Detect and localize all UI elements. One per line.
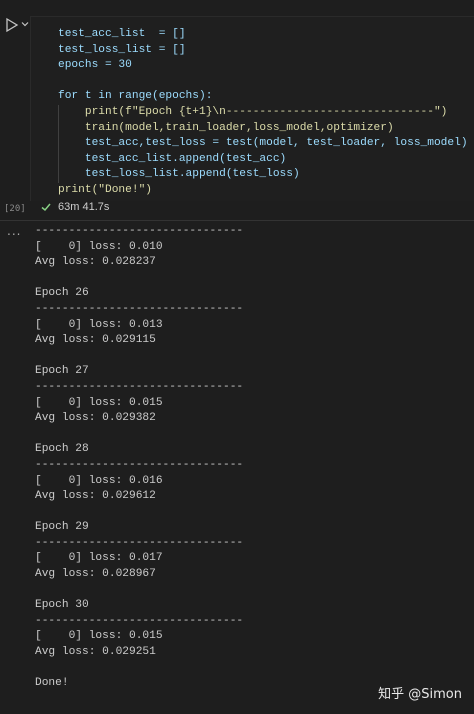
run-icon[interactable] [4,17,20,33]
code-text: test_acc_list = [] [58,28,186,40]
code-line: test_loss_list = [] [58,43,468,59]
code-text: test_loss_list = [] [58,43,186,56]
code-line: test_acc,test_loss = test(model, test_lo… [58,136,468,152]
execution-count: [20] [4,204,26,214]
code-text: print("Done!") [58,183,152,196]
output-line: ------------------------------- [35,536,244,549]
code-line: print("Done!") [58,183,468,199]
cell-output: ------------------------------- [ 0] loss… [35,224,243,692]
output-line: [ 0] loss: 0.010 [35,240,163,253]
output-line: [ 0] loss: 0.016 [35,474,163,487]
code-line: train(model,train_loader,loss_model,opti… [58,120,468,137]
output-line: ------------------------------- [35,458,244,471]
output-line: ------------------------------- [35,380,244,393]
cell-divider [0,220,474,221]
code-line: test_acc_list.append(test_acc) [58,151,468,168]
more-icon[interactable]: ... [7,224,21,238]
output-line: Epoch 27 [35,365,89,378]
execution-time: 63m 41.7s [58,201,110,213]
code-line: test_acc_list = [] [58,27,468,43]
output-line: Avg loss: 0.028967 [35,568,156,581]
code-block[interactable]: test_acc_list = [] test_loss_list = [] epo… [58,27,468,199]
code-text: test_acc_list.append(test_acc) [58,152,287,165]
output-line: [ 0] loss: 0.015 [35,396,163,409]
output-line: Avg loss: 0.029251 [35,646,156,659]
output-line: ------------------------------- [35,614,244,627]
output-line: Done! [35,677,69,690]
code-text: test_acc,test_loss = test(model, test_lo… [58,137,468,150]
output-line: Avg loss: 0.028237 [35,256,156,269]
output-line: [ 0] loss: 0.015 [35,630,163,643]
output-line: Epoch 29 [35,521,89,534]
code-line: epochs = 30 [58,58,468,74]
output-line: Avg loss: 0.029382 [35,412,156,425]
output-line: [ 0] loss: 0.017 [35,552,163,565]
code-text: test_loss_list.append(test_loss) [58,168,300,181]
output-line: Epoch 30 [35,599,89,612]
code-text: for t in range(epochs): [58,90,213,103]
code-line: test_loss_list.append(test_loss) [58,167,468,183]
output-line: [ 0] loss: 0.013 [35,318,163,331]
code-line: print(f"Epoch {t+1}\n-------------------… [58,104,468,121]
watermark: 知乎 @Simon [378,687,462,702]
code-text: epochs = 30 [58,59,132,72]
code-text: print(f"Epoch {t+1}\n-------------------… [58,105,448,118]
output-line: Epoch 26 [35,287,89,300]
notebook-code-cell[interactable]: test_acc_list = [] test_loss_list = [] epo… [0,0,474,220]
code-text: train(model,train_loader,loss_model,opti… [58,121,394,134]
output-line: Avg loss: 0.029115 [35,334,156,347]
output-line: Avg loss: 0.029612 [35,490,156,503]
code-line: for t in range(epochs): [58,89,468,105]
output-line: ------------------------------- [35,302,244,315]
output-line: Epoch 28 [35,443,89,456]
chevron-down-icon[interactable] [20,19,30,29]
execution-status: 63m 41.7s [40,201,109,213]
output-line: ------------------------------- [35,225,244,237]
check-icon [41,203,51,212]
